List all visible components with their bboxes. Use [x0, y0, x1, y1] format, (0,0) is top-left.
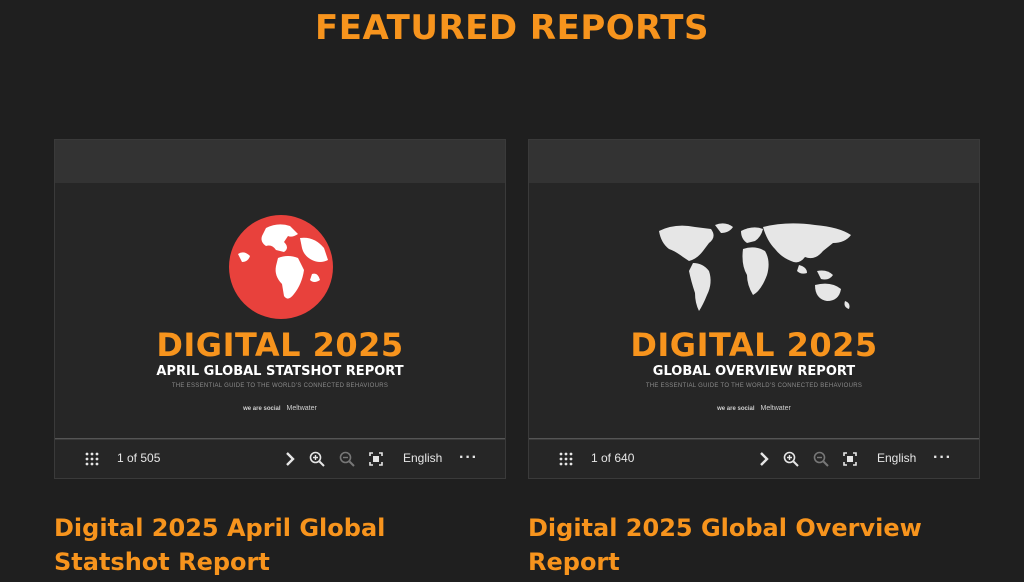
chevron-right-icon[interactable]	[759, 451, 769, 467]
slide-cover: DIGITAL 2025 GLOBAL OVERVIEW REPORT THE …	[529, 183, 979, 440]
slide-tagline: THE ESSENTIAL GUIDE TO THE WORLD'S CONNE…	[171, 383, 389, 389]
fullscreen-icon[interactable]	[369, 452, 383, 466]
meltwater-logo: Meltwater	[286, 405, 317, 412]
report-card-overview: DIGITAL 2025 GLOBAL OVERVIEW REPORT THE …	[528, 139, 980, 579]
zoom-in-icon[interactable]	[309, 451, 325, 467]
zoom-in-icon[interactable]	[783, 451, 799, 467]
slide-subtitle: APRIL GLOBAL STATSHOT REPORT	[156, 364, 404, 379]
report-card-statshot: DIGITAL 2025 APRIL GLOBAL STATSHOT REPOR…	[54, 139, 506, 579]
language-select[interactable]: English	[403, 451, 442, 465]
grid-icon[interactable]	[85, 452, 99, 466]
slide-headline: DIGITAL 2025	[156, 326, 404, 364]
grid-icon[interactable]	[559, 452, 573, 466]
document-viewer[interactable]: DIGITAL 2025 APRIL GLOBAL STATSHOT REPOR…	[54, 139, 506, 479]
slide-tagline: THE ESSENTIAL GUIDE TO THE WORLD'S CONNE…	[645, 383, 863, 389]
more-icon[interactable]: ···	[459, 449, 478, 467]
report-title[interactable]: Digital 2025 April Global Statshot Repor…	[54, 511, 506, 579]
viewer-toolbar: 1 of 640 English ···	[529, 439, 979, 478]
we-are-social-logo: we are social	[717, 405, 755, 412]
section-title: FEATURED REPORTS	[315, 8, 709, 48]
slide-subtitle: GLOBAL OVERVIEW REPORT	[652, 364, 856, 379]
globe-illustration	[229, 215, 333, 319]
we-are-social-logo: we are social	[243, 405, 281, 412]
viewer-toolbar: 1 of 505 English ···	[55, 439, 505, 478]
chevron-right-icon[interactable]	[285, 451, 295, 467]
slide-cover: DIGITAL 2025 APRIL GLOBAL STATSHOT REPOR…	[55, 183, 505, 440]
meltwater-logo: Meltwater	[760, 405, 791, 412]
page-indicator: 1 of 640	[591, 451, 635, 465]
viewer-header	[529, 140, 979, 183]
slide-headline: DIGITAL 2025	[630, 326, 878, 364]
slide-brand-logos: we are social Meltwater	[529, 405, 979, 412]
zoom-out-icon[interactable]	[813, 451, 829, 467]
viewer-header	[55, 140, 505, 183]
document-viewer[interactable]: DIGITAL 2025 GLOBAL OVERVIEW REPORT THE …	[528, 139, 980, 479]
fullscreen-icon[interactable]	[843, 452, 857, 466]
slide-brand-logos: we are social Meltwater	[55, 405, 505, 412]
zoom-out-icon[interactable]	[339, 451, 355, 467]
language-select[interactable]: English	[877, 451, 916, 465]
world-map-illustration	[659, 223, 851, 311]
report-title[interactable]: Digital 2025 Global Overview Report	[528, 511, 980, 579]
page-indicator: 1 of 505	[117, 451, 161, 465]
more-icon[interactable]: ···	[933, 449, 952, 467]
